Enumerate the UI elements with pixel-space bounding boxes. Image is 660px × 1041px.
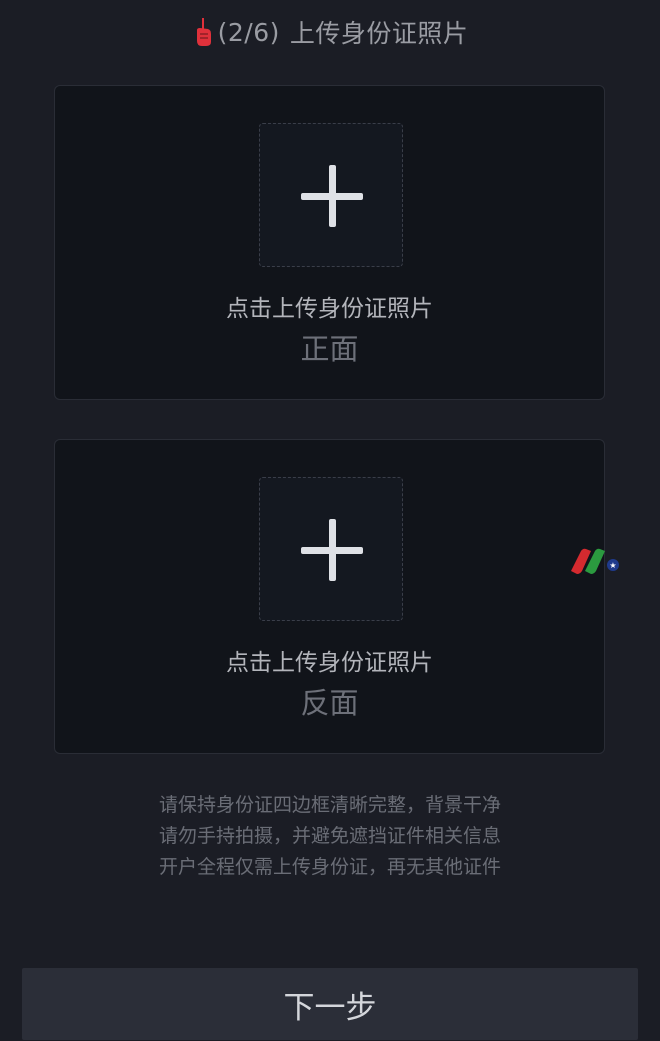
page-header: (2/6) 上传身份证照片 <box>0 10 660 54</box>
svg-text:★: ★ <box>609 561 616 570</box>
watermark-logo-icon: ★ <box>571 548 619 574</box>
tip-line: 请保持身份证四边框清晰完整，背景干净 <box>158 794 501 816</box>
upload-front-label: 点击上传身份证照片 <box>226 296 433 322</box>
back-side-label: 反面 <box>300 686 359 720</box>
tip-line: 请勿手持拍摄，并避免遮挡证件相关信息 <box>158 825 501 847</box>
upload-id-page: (2/6) 上传身份证照片 点击上传身份证照片 正面 点击上传身份证照片 反面 … <box>0 0 660 1041</box>
header-step: (2/6) <box>217 17 280 47</box>
id-back-upload-card[interactable]: 点击上传身份证照片 反面 <box>54 439 605 754</box>
upload-front-button[interactable] <box>259 123 403 267</box>
id-front-upload-card[interactable]: 点击上传身份证照片 正面 <box>54 85 605 400</box>
next-step-button[interactable]: 下一步 <box>22 968 638 1040</box>
upload-tips: 请保持身份证四边框清晰完整，背景干净 请勿手持拍摄，并避免遮挡证件相关信息 开户… <box>0 790 660 883</box>
pointing-hand-icon <box>196 18 211 46</box>
front-side-label: 正面 <box>300 332 359 366</box>
upload-back-button[interactable] <box>259 477 403 621</box>
page-title: 上传身份证照片 <box>289 19 469 48</box>
upload-back-label: 点击上传身份证照片 <box>226 650 433 676</box>
tip-line: 开户全程仅需上传身份证，再无其他证件 <box>158 856 501 878</box>
